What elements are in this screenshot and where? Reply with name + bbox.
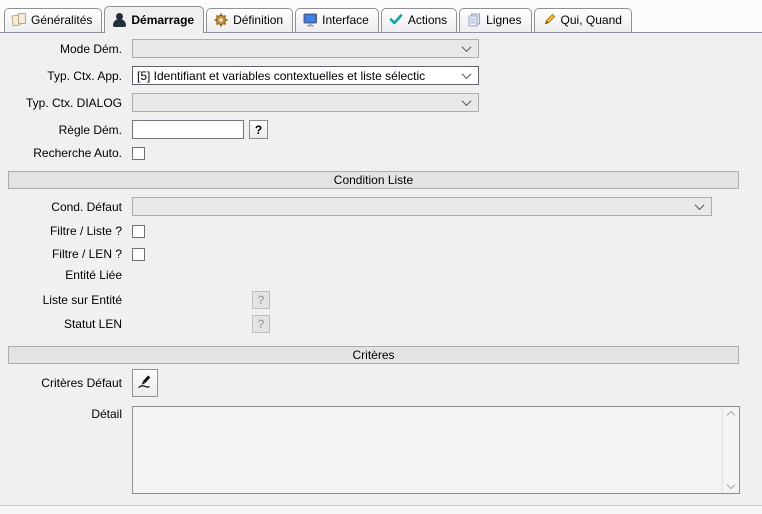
tab-label: Lignes — [486, 13, 521, 27]
demarrage-form-panel: Généralités Démarrage Définition — [0, 0, 762, 514]
tab-actions[interactable]: Actions — [381, 8, 457, 32]
regle-dem-row: Règle Dém. ? — [0, 120, 268, 139]
chevron-down-icon — [462, 96, 472, 106]
criteres-defaut-label: Critères Défaut — [0, 376, 122, 390]
cond-defaut-select[interactable] — [132, 197, 712, 216]
filtre-liste-row: Filtre / Liste ? — [0, 224, 145, 238]
scroll-down-icon[interactable] — [727, 481, 735, 489]
recherche-auto-label: Recherche Auto. — [0, 146, 122, 160]
tab-demarrage[interactable]: Démarrage — [104, 6, 204, 33]
filtre-len-row: Filtre / LEN ? — [0, 247, 145, 261]
condition-liste-section-header: Condition Liste — [8, 171, 739, 189]
statut-len-label: Statut LEN — [0, 317, 122, 331]
mode-dem-label: Mode Dém. — [0, 42, 122, 56]
pencil-icon — [542, 13, 557, 27]
typ-ctx-dialog-label: Typ. Ctx. DIALOG — [0, 96, 122, 110]
chevron-down-icon — [695, 200, 705, 210]
liste-sur-entite-label: Liste sur Entité — [0, 293, 122, 307]
tab-label: Qui, Quand — [561, 13, 622, 27]
recherche-auto-row: Recherche Auto. — [0, 146, 145, 160]
typ-ctx-app-value: [5] Identifiant et variables contextuell… — [133, 69, 425, 83]
typ-ctx-app-label: Typ. Ctx. App. — [0, 69, 122, 83]
tab-label: Définition — [233, 13, 283, 27]
typ-ctx-app-select[interactable]: [5] Identifiant et variables contextuell… — [132, 66, 479, 85]
tab-qui-quand[interactable]: Qui, Quand — [534, 8, 632, 32]
user-bust-icon — [112, 13, 127, 27]
monitor-icon — [303, 13, 318, 27]
regle-dem-label: Règle Dém. — [0, 123, 122, 137]
regle-dem-input[interactable] — [132, 120, 244, 139]
regle-dem-help-button[interactable]: ? — [249, 120, 268, 139]
liste-sur-entite-help-button: ? — [252, 291, 270, 309]
tab-generalites[interactable]: Généralités — [4, 8, 102, 32]
scroll-up-icon[interactable] — [727, 411, 735, 419]
writing-hand-icon — [137, 374, 153, 393]
typ-ctx-dialog-row: Typ. Ctx. DIALOG — [0, 93, 479, 112]
mode-dem-select[interactable] — [132, 39, 479, 58]
tab-label: Interface — [322, 13, 369, 27]
liste-sur-entite-row: Liste sur Entité ? — [0, 291, 270, 309]
tab-definition[interactable]: Définition — [206, 8, 293, 32]
typ-ctx-app-row: Typ. Ctx. App. [5] Identifiant et variab… — [0, 66, 479, 85]
detail-textarea[interactable] — [132, 406, 740, 494]
tab-label: Généralités — [31, 13, 92, 27]
tab-bar: Généralités Démarrage Définition — [0, 0, 762, 33]
chevron-down-icon — [462, 69, 472, 79]
tab-interface[interactable]: Interface — [295, 8, 379, 32]
notes-icon — [12, 13, 27, 27]
mode-dem-row: Mode Dém. — [0, 39, 479, 58]
criteres-defaut-row: Critères Défaut — [0, 369, 158, 397]
detail-scrollbar[interactable] — [722, 407, 739, 493]
checkmark-icon — [389, 13, 404, 27]
gear-icon — [214, 13, 229, 27]
recherche-auto-checkbox[interactable] — [132, 147, 145, 160]
statut-len-help-button: ? — [252, 315, 270, 333]
filtre-len-checkbox[interactable] — [132, 248, 145, 261]
filtre-len-label: Filtre / LEN ? — [0, 247, 122, 261]
detail-label: Détail — [0, 407, 122, 421]
criteres-section-header: Critères — [8, 346, 739, 364]
typ-ctx-dialog-select[interactable] — [132, 93, 479, 112]
detail-row: Détail — [0, 407, 132, 421]
statut-len-row: Statut LEN ? — [0, 315, 270, 333]
chevron-down-icon — [462, 42, 472, 52]
tab-label: Actions — [408, 13, 447, 27]
filtre-liste-checkbox[interactable] — [132, 225, 145, 238]
bottom-edge — [0, 505, 762, 514]
filtre-liste-label: Filtre / Liste ? — [0, 224, 122, 238]
entite-liee-row: Entité Liée — [0, 268, 132, 282]
criteres-defaut-edit-button[interactable] — [132, 369, 158, 397]
tab-label: Démarrage — [131, 13, 194, 27]
cond-defaut-row: Cond. Défaut — [0, 197, 712, 216]
entite-liee-label: Entité Liée — [0, 268, 122, 282]
cond-defaut-label: Cond. Défaut — [0, 200, 122, 214]
pages-icon — [467, 13, 482, 27]
tab-lignes[interactable]: Lignes — [459, 8, 531, 32]
